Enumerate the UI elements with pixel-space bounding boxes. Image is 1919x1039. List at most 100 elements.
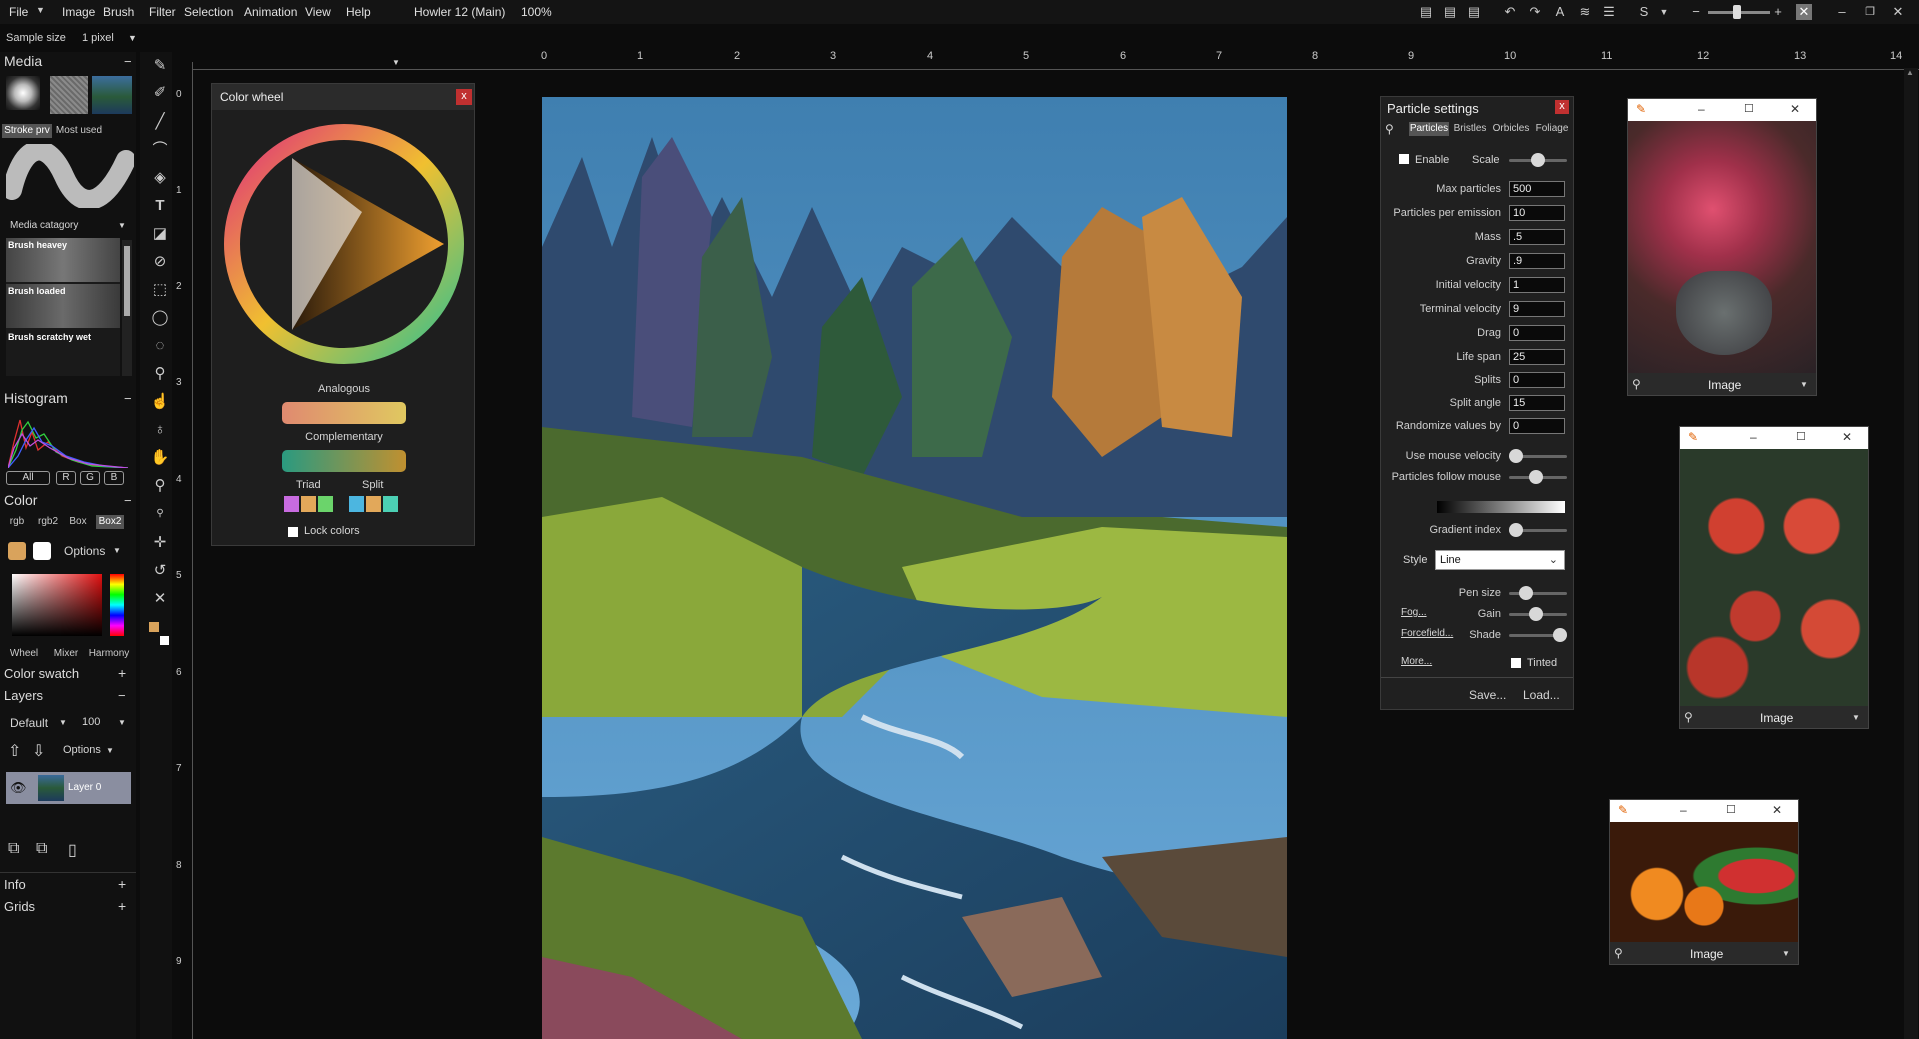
- color-box-picker[interactable]: [12, 574, 102, 636]
- triad-swatch[interactable]: [318, 496, 333, 512]
- info-header[interactable]: Info: [4, 877, 26, 892]
- tab-stroke-preview[interactable]: Stroke prv: [2, 124, 52, 138]
- minimize-icon[interactable]: –: [1834, 4, 1850, 20]
- split-swatch[interactable]: [349, 496, 364, 512]
- page-icon[interactable]: ▯: [68, 840, 77, 860]
- snake-icon[interactable]: S: [1636, 4, 1652, 20]
- tab-rgb[interactable]: rgb: [4, 515, 30, 529]
- media-header[interactable]: Media: [4, 53, 42, 69]
- enable-checkbox[interactable]: [1399, 154, 1409, 164]
- split-swatch[interactable]: [366, 496, 381, 512]
- color-options[interactable]: Options: [64, 544, 105, 558]
- collapse-icon[interactable]: −: [124, 493, 132, 508]
- histogram-header[interactable]: Histogram: [4, 390, 68, 406]
- chevron-down-icon[interactable]: ▼: [1852, 713, 1860, 722]
- image-thumb[interactable]: [92, 76, 132, 114]
- pin-icon[interactable]: ⚲: [150, 477, 170, 495]
- gradient-bar[interactable]: [1437, 501, 1565, 513]
- split-swatch[interactable]: [383, 496, 398, 512]
- mass-input[interactable]: .5: [1509, 229, 1565, 245]
- pin-icon[interactable]: ⚲: [1385, 122, 1394, 136]
- scroll-up-icon[interactable]: ▲: [1906, 68, 1914, 77]
- layer-options[interactable]: Options: [63, 744, 101, 756]
- triad-swatch[interactable]: [301, 496, 316, 512]
- drag-input[interactable]: 0: [1509, 325, 1565, 341]
- chevron-down-icon[interactable]: ▼: [36, 5, 45, 15]
- shade-slider[interactable]: [1509, 628, 1567, 642]
- close-icon[interactable]: ✕: [1890, 4, 1906, 20]
- rotate-icon[interactable]: ↺: [150, 562, 170, 580]
- line-tool-icon[interactable]: ╱: [150, 113, 170, 131]
- zoom-out-icon[interactable]: −: [1688, 4, 1704, 20]
- channel-all[interactable]: All: [6, 471, 50, 485]
- zoom-100-icon[interactable]: ⚲: [150, 505, 170, 523]
- background-color-swatch[interactable]: [33, 542, 51, 560]
- grids-header[interactable]: Grids: [4, 899, 35, 914]
- brush-tool-icon[interactable]: ✐: [150, 84, 170, 102]
- tab-orbicles[interactable]: Orbicles: [1491, 122, 1531, 136]
- undo-icon[interactable]: ↶: [1502, 4, 1518, 20]
- tab-particles[interactable]: Particles: [1409, 122, 1449, 136]
- layer-row[interactable]: 👁 Layer 0: [6, 772, 131, 804]
- zoom-in-icon[interactable]: +: [1770, 4, 1786, 20]
- fruit-image[interactable]: [1610, 822, 1798, 942]
- close-icon[interactable]: ✕: [1842, 430, 1852, 444]
- color-wheel-ring[interactable]: [222, 122, 466, 366]
- close-document-icon[interactable]: ✕: [1796, 4, 1812, 20]
- lock-colors-checkbox[interactable]: [288, 527, 298, 537]
- layers-header[interactable]: Layers: [4, 688, 43, 703]
- texture-thumb[interactable]: [50, 76, 88, 114]
- layer-blend-mode[interactable]: Default: [10, 716, 48, 730]
- layer-opacity[interactable]: 100: [82, 716, 100, 728]
- fill-tool-icon[interactable]: ◈: [150, 169, 170, 187]
- ellipse-tool-icon[interactable]: ⊘: [150, 253, 170, 271]
- chevron-down-icon[interactable]: ▼: [106, 746, 114, 755]
- vertical-scrollbar[interactable]: ▲: [1904, 68, 1918, 1039]
- curve-tool-icon[interactable]: ⌒: [150, 141, 170, 159]
- sample-size-value[interactable]: 1 pixel: [82, 32, 114, 44]
- text-tool-icon[interactable]: T: [150, 197, 170, 215]
- use-mouse-velocity-slider[interactable]: [1509, 449, 1567, 463]
- eyedropper-icon[interactable]: ⚲: [1684, 710, 1693, 724]
- maximize-icon[interactable]: ☐: [1744, 102, 1754, 115]
- complementary-swatch[interactable]: [282, 450, 406, 472]
- close-icon[interactable]: ✕: [1790, 102, 1800, 116]
- channel-r[interactable]: R: [56, 471, 76, 485]
- media-category-label[interactable]: Media catagory: [10, 220, 78, 231]
- save-button[interactable]: Save...: [1469, 688, 1506, 702]
- brush-settings-icon[interactable]: ≋: [1577, 4, 1593, 20]
- tab-wheel[interactable]: Wheel: [6, 647, 42, 661]
- gradient-index-slider[interactable]: [1509, 523, 1567, 537]
- chevron-down-icon[interactable]: ▼: [118, 221, 126, 230]
- terminal-velocity-input[interactable]: 9: [1509, 301, 1565, 317]
- close-icon[interactable]: x: [1555, 100, 1569, 114]
- foreground-color-swatch[interactable]: [8, 542, 26, 560]
- image-window-titlebar[interactable]: ✎ – ☐ ✕: [1628, 99, 1816, 121]
- expand-icon[interactable]: +: [118, 665, 126, 681]
- eyedropper-icon[interactable]: ⚲: [150, 365, 170, 383]
- image-window-titlebar[interactable]: ✎ – ☐ ✕: [1610, 800, 1798, 822]
- tab-harmony[interactable]: Harmony: [88, 647, 130, 661]
- roses-vase-image[interactable]: [1628, 121, 1816, 373]
- expand-icon[interactable]: +: [118, 876, 126, 892]
- tab-most-used[interactable]: Most used: [54, 124, 104, 138]
- tab-rgb2[interactable]: rgb2: [34, 515, 62, 529]
- chevron-down-icon[interactable]: ▼: [128, 33, 137, 43]
- chevron-down-icon[interactable]: ▼: [1800, 380, 1808, 389]
- triad-swatch[interactable]: [284, 496, 299, 512]
- life-span-input[interactable]: 25: [1509, 349, 1565, 365]
- gain-slider[interactable]: [1509, 607, 1567, 621]
- pen-tool-icon[interactable]: ✎: [150, 57, 170, 75]
- menu-help[interactable]: Help: [346, 5, 371, 19]
- scale-slider[interactable]: [1509, 153, 1567, 167]
- tab-bristles[interactable]: Bristles: [1451, 122, 1489, 136]
- channel-b[interactable]: B: [104, 471, 124, 485]
- tab-mixer[interactable]: Mixer: [48, 647, 84, 661]
- tab-foliage[interactable]: Foliage: [1533, 122, 1571, 136]
- color-wheel-titlebar[interactable]: Color wheel x: [212, 84, 474, 110]
- initial-velocity-input[interactable]: 1: [1509, 277, 1565, 293]
- lasso-icon[interactable]: ◌: [150, 337, 170, 355]
- image-label[interactable]: Image: [1708, 378, 1741, 392]
- chevron-down-icon[interactable]: ▼: [1656, 4, 1672, 20]
- style-select[interactable]: Line ⌄: [1435, 550, 1565, 570]
